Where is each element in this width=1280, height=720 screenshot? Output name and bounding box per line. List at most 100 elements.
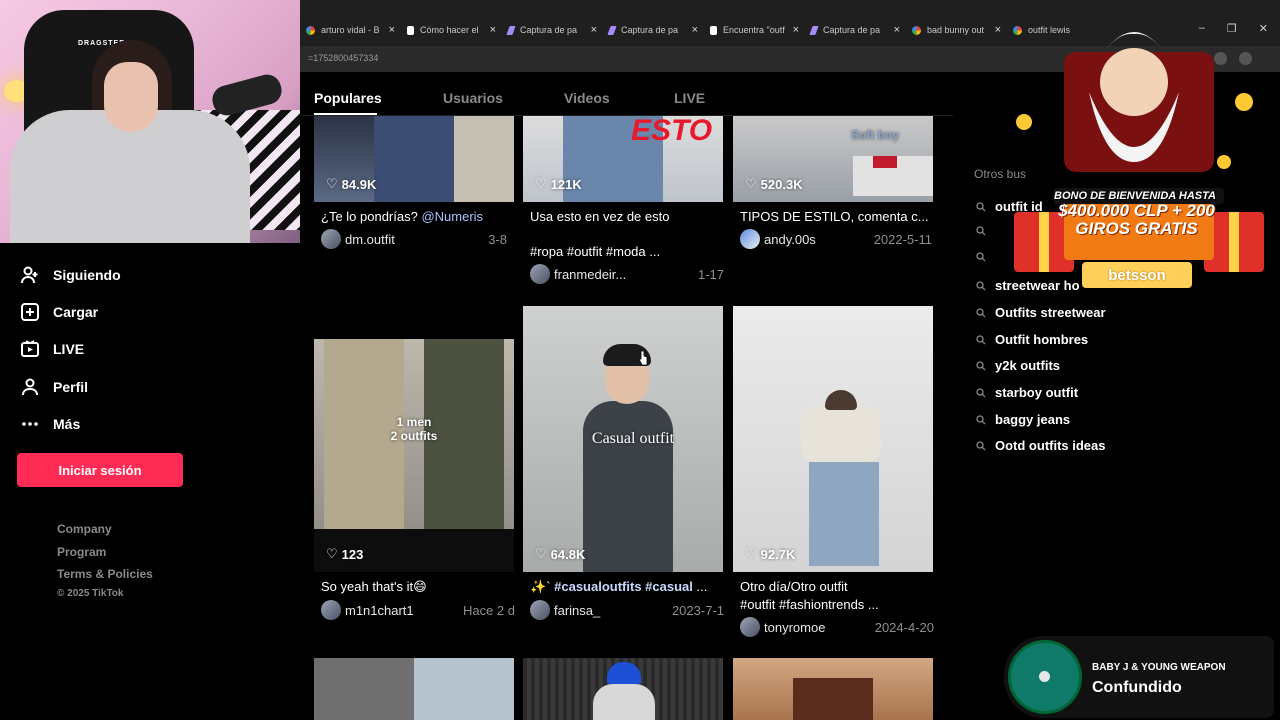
- sidebar-item-siguiendo[interactable]: Siguiendo: [20, 265, 121, 284]
- browser-tab[interactable]: Captura de pa ×: [805, 20, 906, 40]
- user-follow-icon: [20, 265, 39, 284]
- video-thumbnail[interactable]: 1 men 2 outfits ♡ 123: [314, 339, 514, 572]
- video-thumbnail[interactable]: ♡ 84.9K: [314, 116, 514, 202]
- video-thumbnail[interactable]: Soft boy ♡ 520.3K: [733, 116, 933, 202]
- ad-brand-logo: betsson: [1082, 262, 1192, 288]
- video-caption[interactable]: So yeah that's it😄: [321, 579, 521, 595]
- footer-link-terms[interactable]: Terms & Policies: [57, 567, 153, 581]
- video-caption[interactable]: ✨` #casualoutfits #casual ...: [530, 579, 730, 595]
- streamer-face: [104, 62, 158, 132]
- track-title: Confundido: [1092, 679, 1182, 696]
- tab-populares[interactable]: Populares: [314, 90, 382, 106]
- search-suggestion[interactable]: starboy outfit: [976, 385, 1078, 400]
- like-count: ♡ 92.7K: [745, 546, 796, 562]
- heart-icon: ♡: [535, 176, 547, 191]
- like-count: ♡ 64.8K: [535, 546, 586, 562]
- upload-icon: [20, 302, 39, 321]
- video-meta: m1n1chart1 Hace 2 d: [321, 600, 521, 620]
- webcam-overlay: DRAGSTER: [0, 0, 300, 243]
- video-thumbnail[interactable]: [523, 658, 723, 720]
- track-artist: BABY J & YOUNG WEAPON: [1092, 662, 1226, 673]
- casino-ad-overlay[interactable]: BONO DE BIENVENIDA HASTA $400.000 CLP + …: [994, 12, 1274, 297]
- close-icon[interactable]: ×: [894, 24, 900, 36]
- close-icon[interactable]: ×: [490, 24, 496, 36]
- copyright: © 2025 TikTok: [57, 588, 124, 599]
- now-playing-widget: BABY J & YOUNG WEAPON Confundido: [1004, 636, 1274, 718]
- browser-tab[interactable]: Encuentra "outf ×: [704, 20, 805, 40]
- avatar[interactable]: [740, 617, 760, 637]
- video-meta: tonyromoe 2024-4-20: [740, 617, 940, 637]
- live-icon: [20, 339, 39, 358]
- video-meta: dm.outfit 3-8: [321, 229, 521, 249]
- search-icon: [976, 307, 986, 317]
- url-text: =1752800457334: [308, 53, 379, 63]
- tab-live[interactable]: LIVE: [674, 90, 705, 106]
- tab-usuarios[interactable]: Usuarios: [443, 90, 503, 106]
- avatar[interactable]: [321, 229, 341, 249]
- avatar[interactable]: [740, 229, 760, 249]
- ad-offer: $400.000 CLP + 200 GIROS GRATIS: [1058, 201, 1215, 238]
- browser-tab[interactable]: arturo vidal - B ×: [300, 20, 401, 40]
- sidebar-item-live[interactable]: LIVE: [20, 339, 84, 358]
- browser-tab[interactable]: bad bunny out ×: [906, 20, 1007, 40]
- tiktok-icon: [710, 25, 717, 35]
- close-icon[interactable]: ×: [793, 24, 799, 36]
- video-meta: andy.00s 2022-5-11: [740, 229, 940, 249]
- search-icon: [976, 360, 986, 370]
- search-suggestion[interactable]: y2k outfits: [976, 358, 1060, 373]
- close-icon[interactable]: ×: [389, 24, 395, 36]
- capture-icon: [607, 25, 617, 35]
- tiktok-icon: [407, 25, 414, 35]
- heart-icon: ♡: [326, 546, 338, 561]
- content-tabs: Populares Usuarios Videos LIVE: [300, 72, 953, 116]
- thumbnail-overlay-text: ESTO: [631, 116, 713, 147]
- search-suggestion[interactable]: baggy jeans: [976, 412, 1070, 427]
- close-icon[interactable]: ×: [591, 24, 597, 36]
- video-thumbnail[interactable]: [314, 658, 514, 720]
- footer-link-company[interactable]: Company: [57, 522, 112, 536]
- thumbnail-overlay-text: Casual outfit: [591, 430, 675, 447]
- sidebar-item-mas[interactable]: Más: [20, 414, 80, 433]
- search-icon: [976, 387, 986, 397]
- video-thumbnail[interactable]: [733, 658, 933, 720]
- video-caption[interactable]: ¿Te lo pondrías? @Numeris: [321, 209, 521, 224]
- search-suggestion[interactable]: [976, 252, 995, 262]
- video-hashtags[interactable]: #outfit #fashiontrends ...: [740, 597, 940, 612]
- search-icon: [976, 414, 986, 424]
- search-icon: [976, 334, 986, 344]
- browser-tab[interactable]: Captura de pa ×: [603, 20, 704, 40]
- active-tab-underline: [314, 113, 377, 115]
- search-icon: [976, 252, 986, 262]
- google-icon: [306, 25, 315, 35]
- video-thumbnail[interactable]: ♡ 92.7K: [733, 306, 933, 572]
- disc-center: [1039, 671, 1050, 682]
- footer-link-program[interactable]: Program: [57, 545, 106, 559]
- sidebar-item-perfil[interactable]: Perfil: [20, 377, 88, 396]
- login-button[interactable]: Iniciar sesión: [17, 453, 183, 487]
- video-caption[interactable]: Otro día/Otro outfit: [740, 579, 940, 594]
- ad-artwork: [1014, 32, 1264, 272]
- video-caption[interactable]: TIPOS DE ESTILO, comenta c...: [740, 209, 940, 224]
- avatar[interactable]: [530, 264, 550, 284]
- sidebar-item-cargar[interactable]: Cargar: [20, 302, 98, 321]
- thumbnail-overlay-text: Soft boy: [851, 128, 899, 142]
- search-suggestion[interactable]: Ootd outfits ideas: [976, 438, 1106, 453]
- heart-icon: ♡: [745, 176, 757, 191]
- close-icon[interactable]: ×: [692, 24, 698, 36]
- search-suggestion[interactable]: Outfit hombres: [976, 332, 1088, 347]
- avatar[interactable]: [530, 600, 550, 620]
- video-thumbnail[interactable]: Casual outfit ♡ 64.8K: [523, 306, 723, 572]
- browser-tab[interactable]: Cómo hacer el ×: [401, 20, 502, 40]
- tab-videos[interactable]: Videos: [564, 90, 610, 106]
- video-hashtags[interactable]: #ropa #outfit #moda ...: [530, 244, 730, 259]
- avatar[interactable]: [321, 600, 341, 620]
- search-suggestion[interactable]: Outfits streetwear: [976, 305, 1106, 320]
- video-caption[interactable]: Usa esto en vez de esto: [530, 209, 730, 224]
- search-icon: [976, 440, 986, 450]
- search-suggestion[interactable]: [976, 226, 995, 236]
- search-icon: [976, 226, 986, 236]
- more-icon: [20, 414, 39, 433]
- browser-tab[interactable]: Captura de pa ×: [502, 20, 603, 40]
- video-meta: franmedeir... 1-17: [530, 264, 730, 284]
- video-thumbnail[interactable]: ESTO ♡ 121K: [523, 116, 723, 202]
